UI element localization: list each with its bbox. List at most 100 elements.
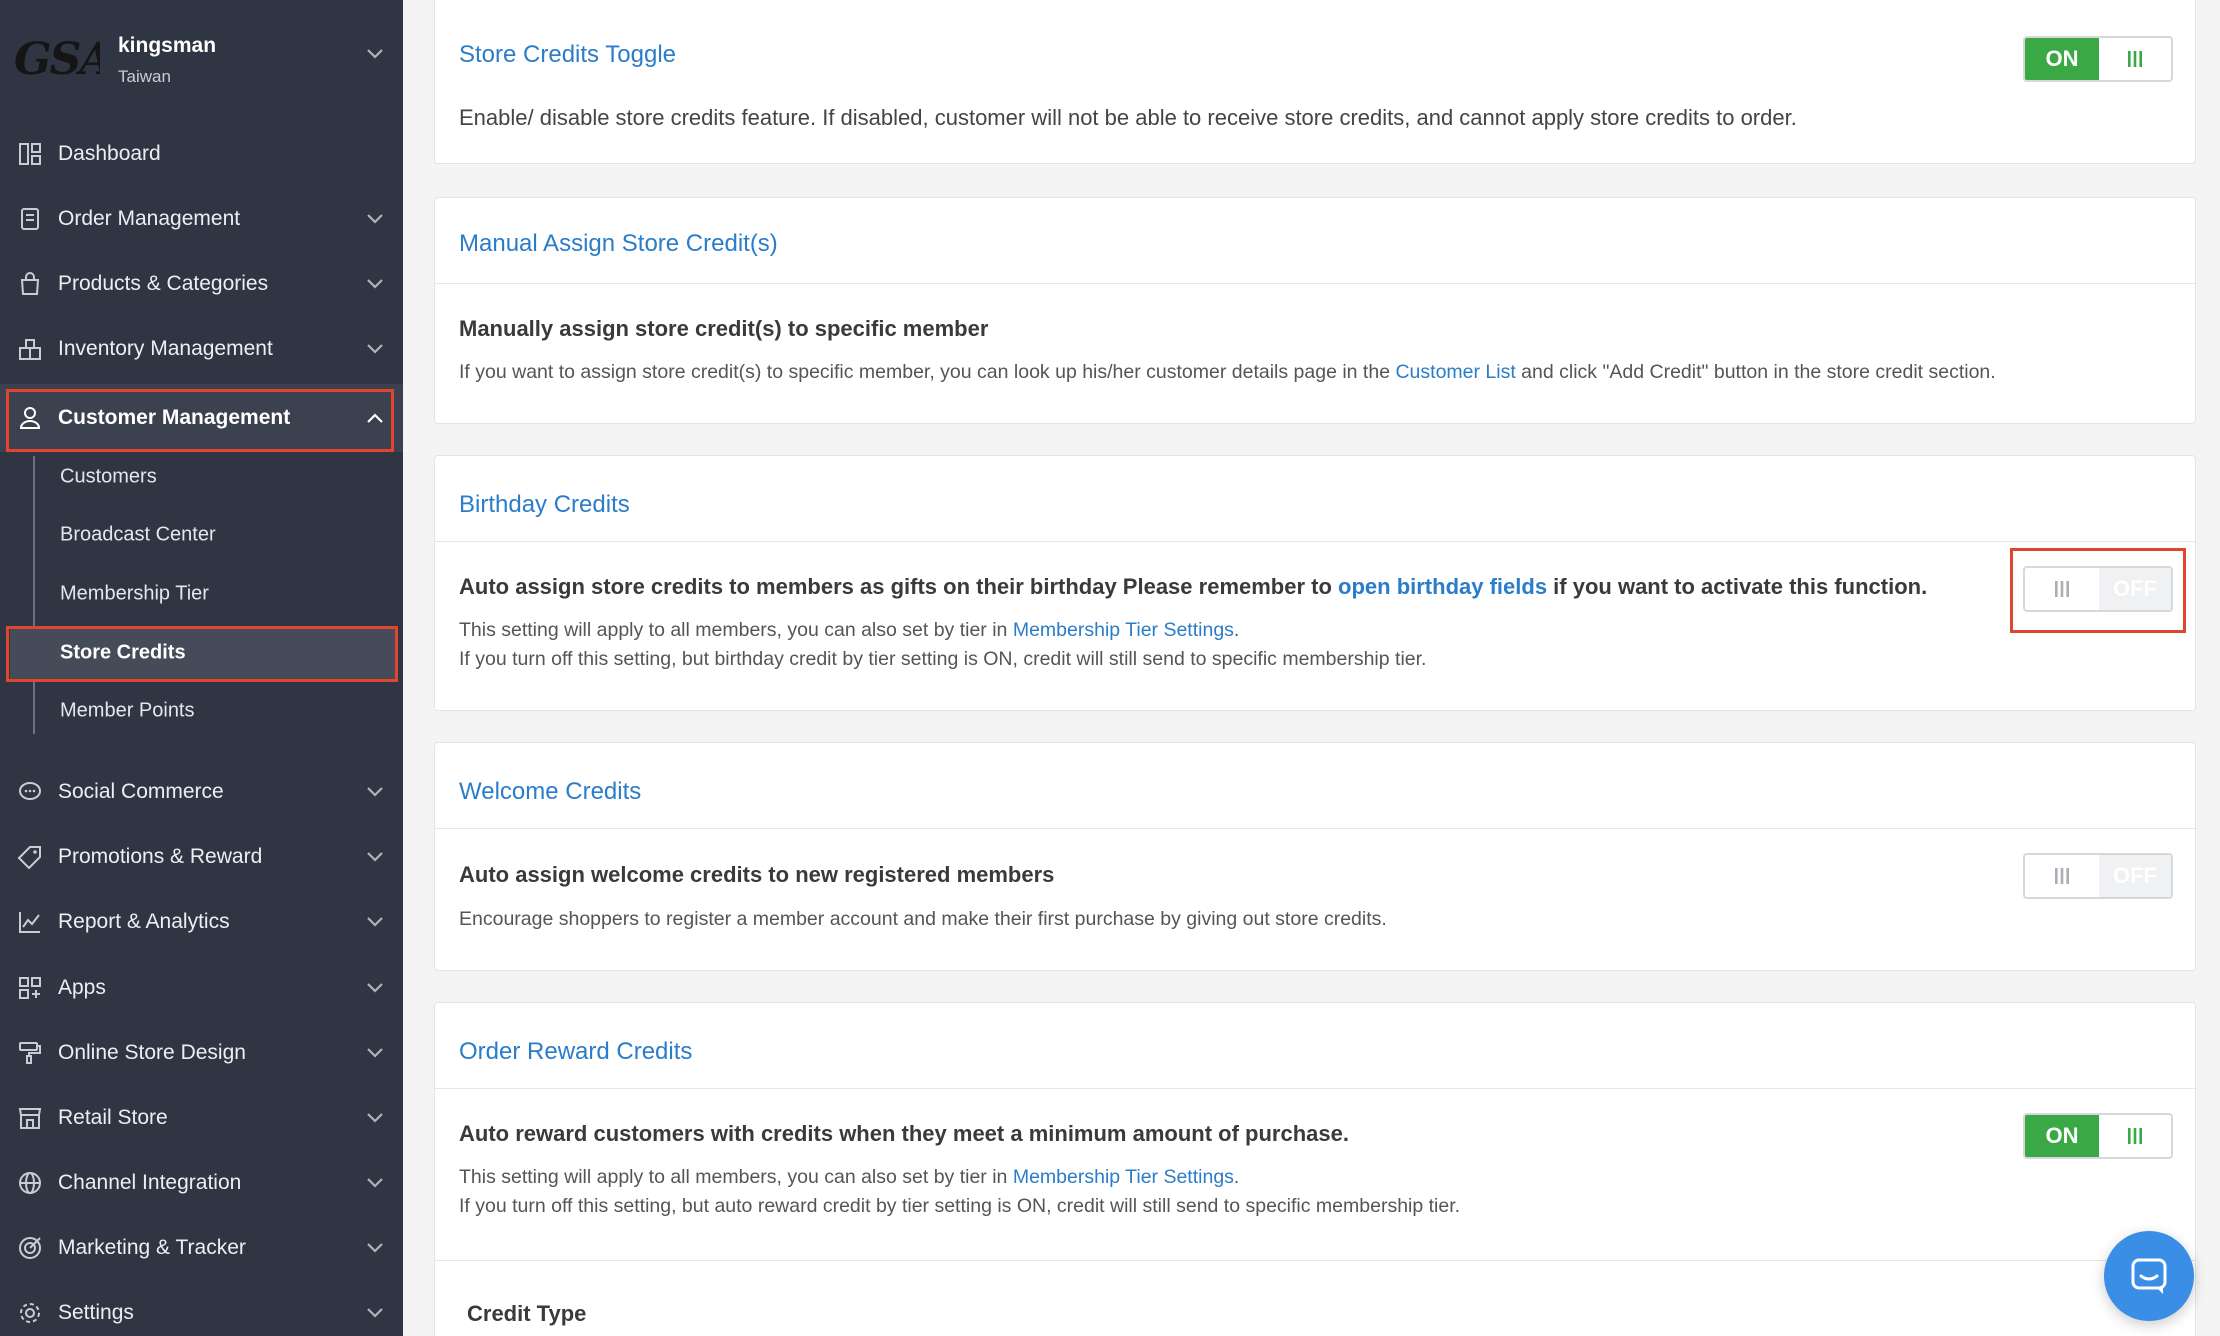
toggle-grip-icon xyxy=(2025,855,2099,897)
store-credits-toggle[interactable]: ON xyxy=(2023,36,2173,82)
chat-launcher-button[interactable] xyxy=(2104,1231,2194,1321)
sidebar-item-label: Promotions & Reward xyxy=(58,845,263,868)
open-birthday-fields-link[interactable]: open birthday fields xyxy=(1338,574,1547,599)
sidebar-item-inventory[interactable]: Inventory Management xyxy=(0,319,403,379)
sidebar-item-order-management[interactable]: Order Management xyxy=(0,189,403,249)
sidebar-item-broadcast-center[interactable]: Broadcast Center xyxy=(10,508,397,562)
card-title: Manual Assign Store Credit(s) xyxy=(459,230,778,257)
card-description: Encourage shoppers to register a member … xyxy=(459,908,1387,930)
apps-icon xyxy=(19,977,41,999)
chat-bubble-icon xyxy=(19,782,41,800)
toggle-state-label: ON xyxy=(2025,38,2099,80)
tag-icon xyxy=(17,846,41,870)
sidebar-item-label: Retail Store xyxy=(58,1106,168,1129)
card-title: Store Credits Toggle xyxy=(459,41,677,68)
chart-icon xyxy=(19,912,40,933)
gear-icon xyxy=(20,1303,40,1323)
sidebar-item-label: Social Commerce xyxy=(58,780,224,803)
chevron-down-icon xyxy=(367,917,383,927)
customer-list-link[interactable]: Customer List xyxy=(1395,361,1515,383)
toggle-state-label: ON xyxy=(2025,1115,2099,1157)
sidebar-item-label: Broadcast Center xyxy=(60,523,216,546)
merchant-name: kingsman xyxy=(118,34,217,57)
chevron-down-icon xyxy=(367,1113,383,1123)
order-reward-credits-card: Order Reward Credits Auto reward custome… xyxy=(434,1002,2196,1336)
description-text: . xyxy=(1233,619,1240,641)
chevron-down-icon xyxy=(367,852,383,862)
card-header xyxy=(435,743,2195,829)
sidebar-item-marketing-tracker[interactable]: Marketing & Tracker xyxy=(0,1218,403,1278)
sidebar-item-label: Products & Categories xyxy=(58,272,269,295)
chevron-down-icon xyxy=(367,1308,383,1318)
sidebar-item-settings[interactable]: Settings xyxy=(0,1283,403,1336)
sidebar-item-online-store-design[interactable]: Online Store Design xyxy=(0,1023,403,1083)
sidebar-item-label: Channel Integration xyxy=(58,1171,242,1194)
sidebar-item-membership-tier[interactable]: Membership Tier xyxy=(10,567,397,621)
description-text: and click "Add Credit" button in the sto… xyxy=(1515,361,1996,383)
sidebar-item-report-analytics[interactable]: Report & Analytics xyxy=(0,892,403,952)
card-description: If you turn off this setting, but auto r… xyxy=(459,1195,1461,1217)
chevron-down-icon xyxy=(367,279,383,289)
membership-tier-settings-link[interactable]: Membership Tier Settings xyxy=(1013,1166,1234,1188)
chevron-down-icon xyxy=(367,1243,383,1253)
card-title: Welcome Credits xyxy=(459,778,642,805)
card-header xyxy=(435,1003,2195,1089)
chevron-down-icon xyxy=(367,344,383,354)
description-text: If you want to assign store credit(s) to… xyxy=(459,361,1396,383)
description-text: . xyxy=(1233,1166,1240,1188)
sidebar-item-promotions[interactable]: Promotions & Reward xyxy=(0,827,403,887)
birthday-credits-card: Birthday Credits Auto assign store credi… xyxy=(434,455,2196,711)
card-heading: Auto reward customers with credits when … xyxy=(459,1121,1349,1146)
sidebar-item-customers[interactable]: Customers xyxy=(10,450,397,504)
chevron-down-icon xyxy=(367,983,383,993)
main-content: Store Credits Toggle Enable/ disable sto… xyxy=(403,0,2220,1336)
sidebar-item-label: Report & Analytics xyxy=(58,910,230,933)
sidebar-item-social-commerce[interactable]: Social Commerce xyxy=(0,762,403,822)
heading-text: Auto assign store credits to members as … xyxy=(459,574,1339,599)
sidebar-item-dashboard[interactable]: Dashboard xyxy=(0,124,403,184)
sidebar-item-label: Dashboard xyxy=(58,142,161,165)
card-description: If you want to assign store credit(s) to… xyxy=(459,361,1996,384)
card-title: Order Reward Credits xyxy=(459,1038,693,1065)
sidebar-item-retail-store[interactable]: Retail Store xyxy=(0,1088,403,1148)
store-icon xyxy=(18,1108,42,1129)
card-description: This setting will apply to all members, … xyxy=(459,1166,1239,1189)
order-reward-credits-toggle[interactable]: ON xyxy=(2023,1113,2173,1159)
card-heading: Auto assign store credits to members as … xyxy=(459,574,1927,600)
card-heading: Manually assign store credit(s) to speci… xyxy=(459,316,989,341)
merchant-switcher[interactable]: GSA kingsman Taiwan xyxy=(0,0,403,122)
sidebar-item-member-points[interactable]: Member Points xyxy=(10,684,397,738)
globe-icon xyxy=(19,1172,41,1194)
toggle-grip-icon xyxy=(2099,38,2171,80)
chevron-down-icon xyxy=(367,787,383,797)
paint-roller-icon xyxy=(19,1042,41,1064)
sidebar-item-label: Inventory Management xyxy=(58,337,273,360)
heading-text: if you want to activate this function. xyxy=(1547,574,1928,599)
card-description: If you turn off this setting, but birthd… xyxy=(459,648,1427,670)
store-credits-toggle-card: Store Credits Toggle Enable/ disable sto… xyxy=(434,0,2196,164)
card-description: Enable/ disable store credits feature. I… xyxy=(459,105,1797,130)
sidebar-item-products[interactable]: Products & Categories xyxy=(0,254,403,314)
sidebar-item-label: Apps xyxy=(58,976,106,999)
chat-icon xyxy=(2131,1258,2167,1294)
welcome-credits-card: Welcome Credits Auto assign welcome cred… xyxy=(434,742,2196,971)
sidebar-item-label: Settings xyxy=(58,1301,134,1324)
sidebar-item-apps[interactable]: Apps xyxy=(0,958,403,1018)
sidebar-item-label: Customers xyxy=(60,465,157,488)
highlight-box xyxy=(2010,548,2186,633)
welcome-credits-toggle[interactable]: OFF xyxy=(2023,853,2173,899)
shopping-bag-icon xyxy=(20,272,40,295)
highlight-box xyxy=(6,626,398,682)
sidebar-item-label: Membership Tier xyxy=(60,582,209,605)
membership-tier-settings-link[interactable]: Membership Tier Settings xyxy=(1013,619,1234,641)
description-text: This setting will apply to all members, … xyxy=(459,619,1013,641)
card-header xyxy=(435,456,2195,542)
chevron-down-icon xyxy=(367,214,383,224)
card-description: This setting will apply to all members, … xyxy=(459,619,1239,642)
sidebar-item-label: Marketing & Tracker xyxy=(58,1236,246,1259)
sidebar-item-channel-integration[interactable]: Channel Integration xyxy=(0,1153,403,1213)
warehouse-icon xyxy=(19,339,41,360)
sidebar-item-label: Order Management xyxy=(58,207,241,230)
highlight-box xyxy=(6,389,394,452)
dashboard-icon xyxy=(19,143,41,165)
